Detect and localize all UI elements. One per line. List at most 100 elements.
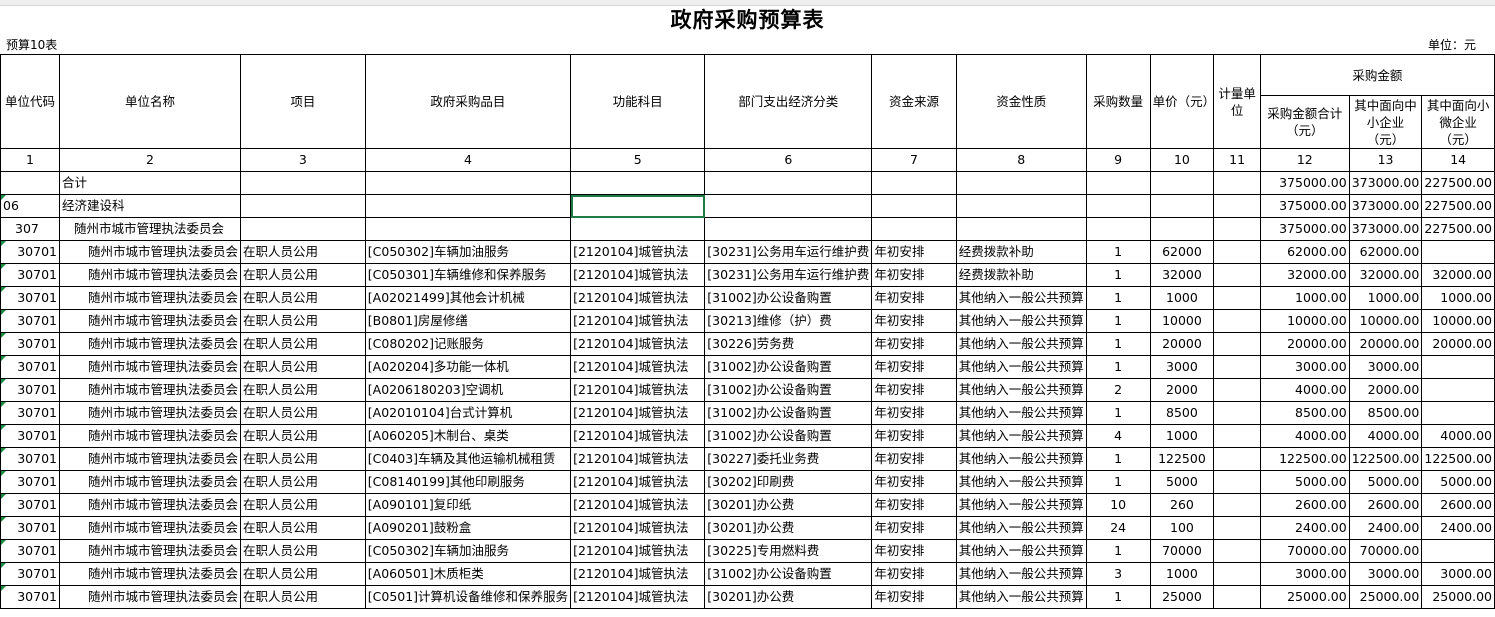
cell-total[interactable]: 2600.00 bbox=[1259, 493, 1350, 517]
cell-catalog[interactable]: [A02021499]其他会计机械 bbox=[364, 286, 572, 310]
cell-function[interactable]: [2120104]城管执法 bbox=[570, 332, 706, 356]
cell-price[interactable]: 8500 bbox=[1149, 401, 1215, 425]
cell-code[interactable]: 30701 bbox=[0, 493, 60, 517]
cell-econ[interactable]: [31002]办公设备购置 bbox=[704, 378, 873, 402]
cell-fund-nature[interactable]: 其他纳入一般公共预算 bbox=[955, 516, 1087, 540]
cell-catalog[interactable]: [A060501]木质柜类 bbox=[364, 562, 572, 586]
cell-code[interactable]: 30701 bbox=[0, 562, 60, 586]
cell-micro[interactable]: 20000.00 bbox=[1421, 332, 1495, 356]
cell-econ[interactable]: [30226]劳务费 bbox=[704, 332, 873, 356]
cell-code[interactable]: 30701 bbox=[0, 470, 60, 494]
cell-fund-source[interactable]: 年初安排 bbox=[871, 493, 957, 517]
cell-measure[interactable] bbox=[1213, 562, 1261, 586]
cell-qty[interactable]: 3 bbox=[1085, 562, 1151, 586]
cell-measure[interactable] bbox=[1213, 585, 1261, 609]
cell-econ[interactable]: [30231]公务用车运行维护费 bbox=[704, 240, 873, 264]
cell-fund-nature[interactable]: 其他纳入一般公共预算 bbox=[955, 424, 1087, 448]
cell-name[interactable]: 随州市城市管理执法委员会 bbox=[58, 447, 242, 471]
cell-empty[interactable] bbox=[364, 217, 572, 241]
cell-total[interactable]: 375000.00 bbox=[1259, 171, 1350, 195]
cell-price[interactable]: 2000 bbox=[1149, 378, 1215, 402]
cell-function[interactable]: [2120104]城管执法 bbox=[570, 355, 706, 379]
cell-micro[interactable] bbox=[1421, 401, 1495, 425]
header-project[interactable]: 项目 bbox=[240, 54, 366, 149]
cell-fund-source[interactable]: 年初安排 bbox=[871, 401, 957, 425]
cell-fund-nature[interactable]: 经费拨款补助 bbox=[955, 240, 1087, 264]
header-catalog[interactable]: 政府采购品目 bbox=[364, 54, 572, 149]
cell-total[interactable]: 10000.00 bbox=[1259, 309, 1350, 333]
cell-total[interactable]: 4000.00 bbox=[1259, 424, 1350, 448]
cell-fund-source[interactable]: 年初安排 bbox=[871, 562, 957, 586]
cell-econ[interactable]: [30231]公务用车运行维护费 bbox=[704, 263, 873, 287]
cell-total[interactable]: 375000.00 bbox=[1259, 194, 1350, 218]
cell-measure[interactable] bbox=[1213, 539, 1261, 563]
cell-micro[interactable]: 227500.00 bbox=[1421, 194, 1495, 218]
cell-sme[interactable]: 3000.00 bbox=[1348, 562, 1423, 586]
cell-fund-nature[interactable]: 其他纳入一般公共预算 bbox=[955, 332, 1087, 356]
cell-qty[interactable]: 1 bbox=[1085, 332, 1151, 356]
cell-sme[interactable]: 373000.00 bbox=[1348, 194, 1423, 218]
cell-measure[interactable] bbox=[1213, 516, 1261, 540]
cell-name[interactable]: 随州市城市管理执法委员会 bbox=[58, 217, 242, 241]
cell-empty[interactable] bbox=[704, 217, 873, 241]
cell-fund-nature[interactable]: 其他纳入一般公共预算 bbox=[955, 309, 1087, 333]
cell-micro[interactable]: 1000.00 bbox=[1421, 286, 1495, 310]
cell-code[interactable]: 30701 bbox=[0, 355, 60, 379]
cell-econ[interactable]: [30202]印刷费 bbox=[704, 470, 873, 494]
cell-function[interactable]: [2120104]城管执法 bbox=[570, 309, 706, 333]
cell-qty[interactable]: 1 bbox=[1085, 263, 1151, 287]
cell-econ[interactable]: [31002]办公设备购置 bbox=[704, 562, 873, 586]
cell-sme[interactable]: 2000.00 bbox=[1348, 378, 1423, 402]
cell-code[interactable]: 30701 bbox=[0, 332, 60, 356]
cell-fund-source[interactable]: 年初安排 bbox=[871, 286, 957, 310]
cell-fund-source[interactable]: 年初安排 bbox=[871, 516, 957, 540]
cell-code[interactable]: 30701 bbox=[0, 263, 60, 287]
cell-price[interactable]: 70000 bbox=[1149, 539, 1215, 563]
cell-empty[interactable] bbox=[1213, 171, 1261, 195]
cell-fund-source[interactable]: 年初安排 bbox=[871, 240, 957, 264]
cell-catalog[interactable]: [C050302]车辆加油服务 bbox=[364, 240, 572, 264]
cell-total[interactable]: 3000.00 bbox=[1259, 355, 1350, 379]
cell-project[interactable]: 在职人员公用 bbox=[240, 401, 366, 425]
column-index-cell[interactable]: 2 bbox=[58, 148, 242, 172]
cell-econ[interactable]: [30201]办公费 bbox=[704, 516, 873, 540]
cell-fund-source[interactable]: 年初安排 bbox=[871, 378, 957, 402]
cell-econ[interactable]: [31002]办公设备购置 bbox=[704, 355, 873, 379]
column-index-cell[interactable]: 6 bbox=[704, 148, 873, 172]
cell-price[interactable]: 100 bbox=[1149, 516, 1215, 540]
cell-catalog[interactable]: [C0403]车辆及其他运输机械租赁 bbox=[364, 447, 572, 471]
cell-total[interactable]: 122500.00 bbox=[1259, 447, 1350, 471]
cell-econ[interactable]: [30227]委托业务费 bbox=[704, 447, 873, 471]
cell-qty[interactable]: 2 bbox=[1085, 378, 1151, 402]
cell-micro[interactable]: 3000.00 bbox=[1421, 562, 1495, 586]
cell-fund-nature[interactable]: 其他纳入一般公共预算 bbox=[955, 562, 1087, 586]
cell-fund-source[interactable]: 年初安排 bbox=[871, 263, 957, 287]
cell-fund-nature[interactable]: 其他纳入一般公共预算 bbox=[955, 585, 1087, 609]
cell-project[interactable]: 在职人员公用 bbox=[240, 424, 366, 448]
cell-empty[interactable] bbox=[704, 194, 873, 218]
header-amount-sme[interactable]: 其中面向中小企业（元） bbox=[1348, 95, 1423, 149]
cell-micro[interactable]: 10000.00 bbox=[1421, 309, 1495, 333]
cell-name[interactable]: 随州市城市管理执法委员会 bbox=[58, 240, 242, 264]
cell-empty[interactable] bbox=[1149, 194, 1215, 218]
cell-catalog[interactable]: [A020204]多功能一体机 bbox=[364, 355, 572, 379]
cell-code[interactable]: 30701 bbox=[0, 309, 60, 333]
cell-name[interactable]: 随州市城市管理执法委员会 bbox=[58, 493, 242, 517]
cell-price[interactable]: 3000 bbox=[1149, 355, 1215, 379]
cell-fund-nature[interactable]: 其他纳入一般公共预算 bbox=[955, 355, 1087, 379]
cell-project[interactable]: 在职人员公用 bbox=[240, 585, 366, 609]
cell-fund-source[interactable]: 年初安排 bbox=[871, 424, 957, 448]
selected-cell[interactable] bbox=[570, 194, 706, 218]
cell-empty[interactable] bbox=[871, 194, 957, 218]
cell-empty[interactable] bbox=[871, 217, 957, 241]
cell-catalog[interactable]: [A0206180203]空调机 bbox=[364, 378, 572, 402]
cell-total[interactable]: 1000.00 bbox=[1259, 286, 1350, 310]
header-measure[interactable]: 计量单位 bbox=[1213, 54, 1261, 149]
cell-empty[interactable] bbox=[1085, 194, 1151, 218]
column-index-cell[interactable]: 13 bbox=[1348, 148, 1423, 172]
cell-project[interactable]: 在职人员公用 bbox=[240, 332, 366, 356]
cell-fund-nature[interactable]: 其他纳入一般公共预算 bbox=[955, 539, 1087, 563]
cell-measure[interactable] bbox=[1213, 378, 1261, 402]
cell-measure[interactable] bbox=[1213, 240, 1261, 264]
cell-micro[interactable]: 32000.00 bbox=[1421, 263, 1495, 287]
